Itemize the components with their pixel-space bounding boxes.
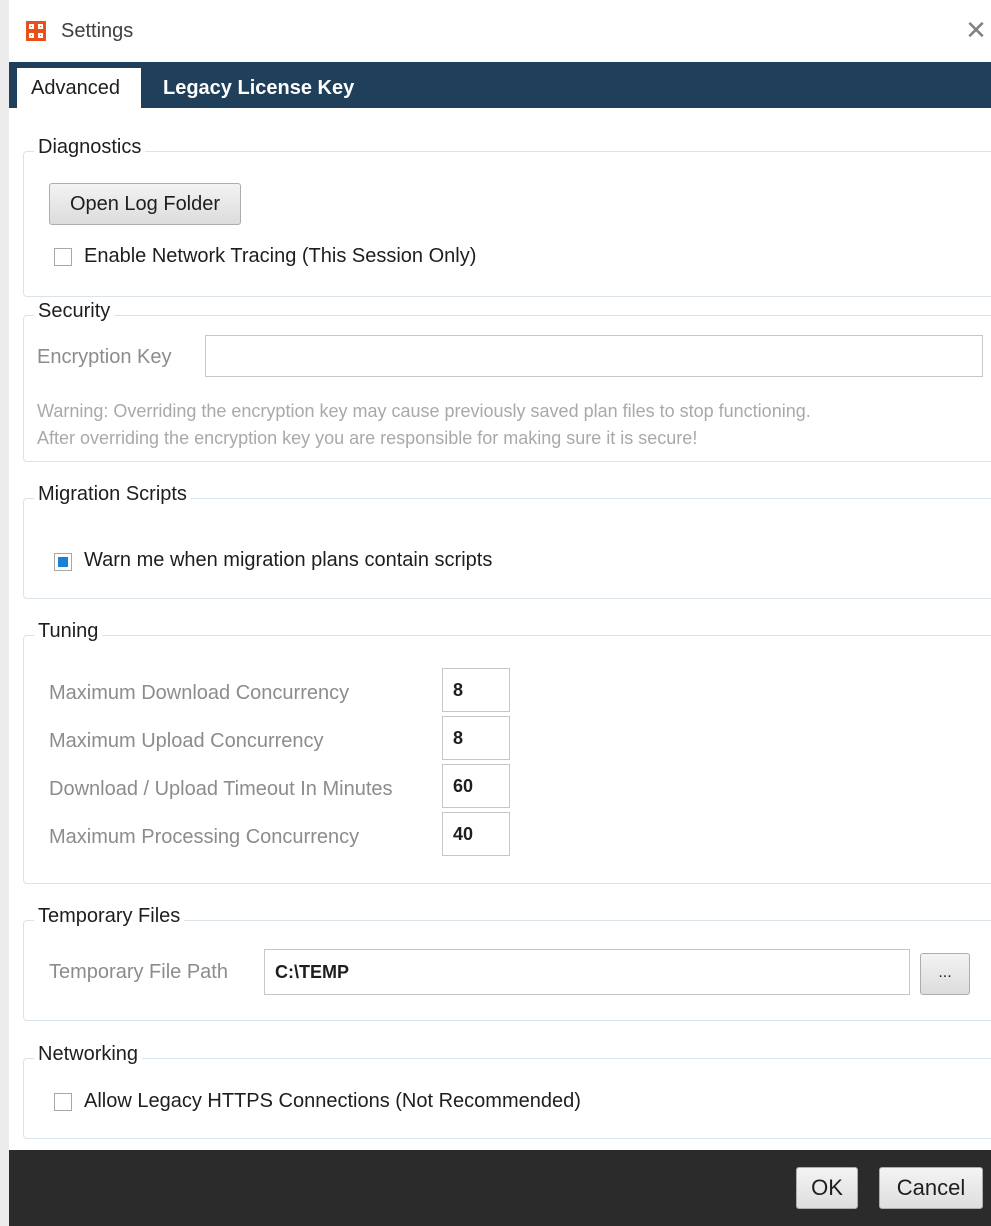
migration-scripts-group: Migration Scripts Warn me when migration… — [23, 483, 991, 599]
tab-content-advanced: Diagnostics Open Log Folder Enable Netwo… — [9, 108, 991, 1150]
window-title: Settings — [61, 20, 134, 42]
warn-migration-scripts-label: Warn me when migration plans contain scr… — [84, 549, 493, 571]
tuning-legend: Tuning — [34, 620, 103, 643]
temporary-file-path-input[interactable]: C:\TEMP — [264, 949, 910, 995]
open-log-folder-button[interactable]: Open Log Folder — [49, 183, 241, 225]
legacy-https-checkbox[interactable] — [54, 1093, 72, 1111]
security-legend: Security — [34, 300, 115, 323]
warn-migration-scripts-checkbox[interactable] — [54, 553, 72, 571]
max-download-concurrency-input[interactable]: 8 — [442, 668, 510, 712]
networking-group: Networking Allow Legacy HTTPS Connection… — [23, 1043, 991, 1139]
encryption-key-label: Encryption Key — [37, 346, 172, 368]
max-processing-concurrency-input[interactable]: 40 — [442, 812, 510, 856]
encryption-warning-line1: Warning: Overriding the encryption key m… — [37, 401, 811, 421]
network-tracing-checkbox[interactable] — [54, 248, 72, 266]
max-upload-concurrency-label: Maximum Upload Concurrency — [49, 730, 324, 752]
temporary-file-path-label: Temporary File Path — [49, 961, 228, 983]
legacy-https-label: Allow Legacy HTTPS Connections (Not Reco… — [84, 1090, 581, 1112]
settings-window: Settings ✕ Advanced Legacy License Key D… — [0, 0, 991, 1226]
ok-button[interactable]: OK — [796, 1167, 858, 1209]
timeout-minutes-label: Download / Upload Timeout In Minutes — [49, 778, 393, 800]
networking-legend: Networking — [34, 1043, 143, 1066]
encryption-key-input[interactable] — [205, 335, 983, 377]
dialog-footer: OK Cancel — [9, 1150, 991, 1226]
tuning-group: Tuning Maximum Download Concurrency 8 Ma… — [23, 620, 991, 884]
network-tracing-label: Enable Network Tracing (This Session Onl… — [84, 245, 477, 267]
close-icon[interactable]: ✕ — [961, 14, 991, 46]
app-logo-icon — [26, 21, 46, 41]
browse-button[interactable]: ... — [920, 953, 970, 995]
temporary-files-legend: Temporary Files — [34, 905, 185, 928]
timeout-minutes-input[interactable]: 60 — [442, 764, 510, 808]
encryption-warning-line2: After overriding the encryption key you … — [37, 428, 698, 448]
tab-legacy-license-key[interactable]: Legacy License Key — [149, 68, 368, 108]
max-processing-concurrency-label: Maximum Processing Concurrency — [49, 826, 360, 848]
migration-scripts-legend: Migration Scripts — [34, 483, 191, 506]
security-group: Security Encryption Key Warning: Overrid… — [23, 300, 991, 462]
cancel-button[interactable]: Cancel — [879, 1167, 983, 1209]
max-download-concurrency-label: Maximum Download Concurrency — [49, 682, 350, 704]
temporary-files-group: Temporary Files Temporary File Path C:\T… — [23, 905, 991, 1021]
title-bar: Settings ✕ — [9, 0, 991, 62]
tab-strip: Advanced Legacy License Key — [9, 62, 991, 108]
diagnostics-legend: Diagnostics — [34, 136, 146, 159]
diagnostics-group: Diagnostics Open Log Folder Enable Netwo… — [23, 136, 991, 297]
max-upload-concurrency-input[interactable]: 8 — [442, 716, 510, 760]
tab-advanced[interactable]: Advanced — [17, 68, 141, 108]
